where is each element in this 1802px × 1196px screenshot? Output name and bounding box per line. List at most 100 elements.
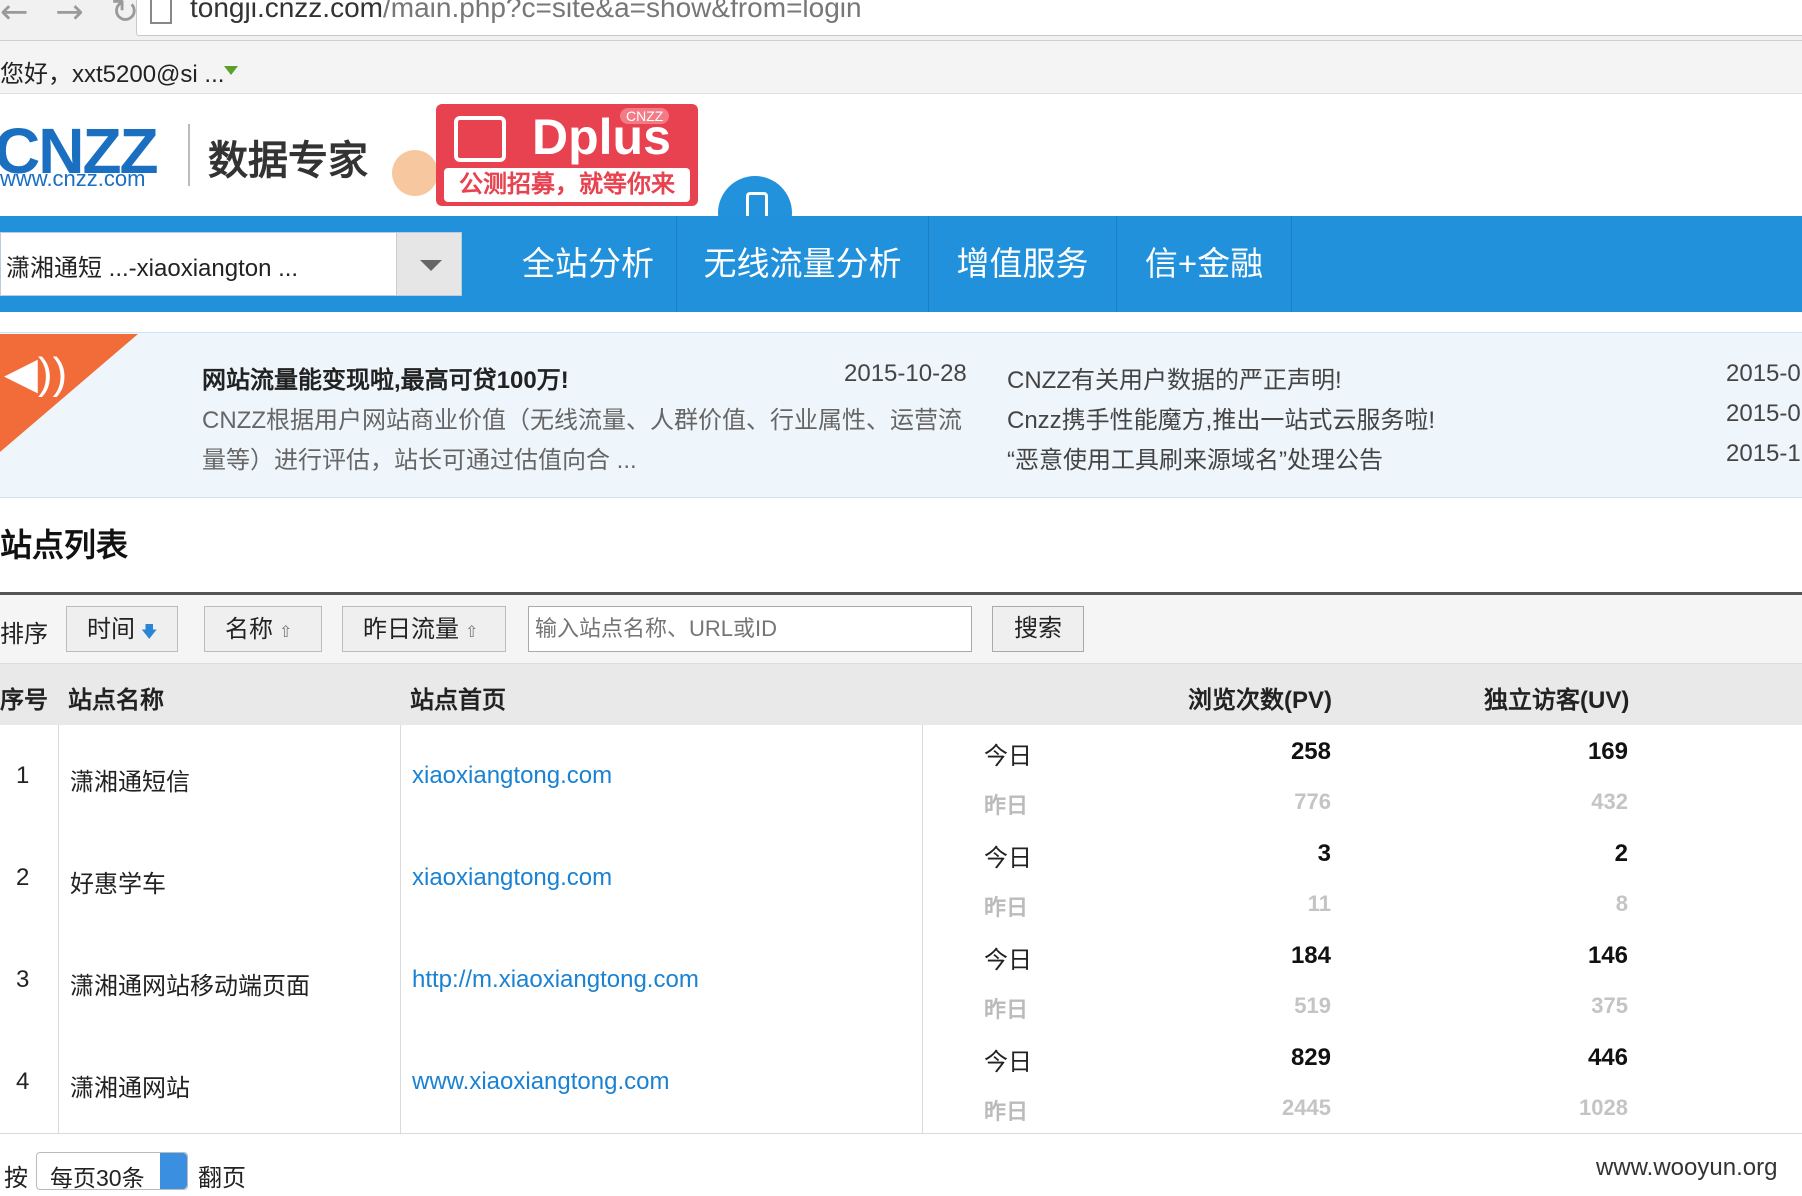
address-text[interactable]: tongji.cnzz.com/main.php?c=site&a=show&f… (190, 0, 862, 24)
nav-tab-value-added[interactable]: 增值服务 (929, 216, 1117, 312)
site-search-input[interactable] (528, 606, 972, 652)
pv-yesterday: 519 (1294, 993, 1331, 1018)
cell-divider (58, 1031, 59, 1133)
cell-divider (922, 725, 923, 827)
cell-divider (400, 929, 401, 1031)
url-path: /main.php?c=site&a=show&from=login (382, 0, 862, 23)
pv-yesterday: 2445 (1282, 1095, 1331, 1120)
arrow-down-icon: 🡇 (141, 624, 158, 641)
cell-divider (400, 1031, 401, 1133)
pv-yesterday: 776 (1294, 789, 1331, 814)
site-list-title: 站点列表 (0, 527, 129, 563)
cell-divider (58, 827, 59, 929)
user-bar (0, 41, 1802, 94)
logo-url: www.cnzz.com (0, 166, 146, 191)
uv-today: 446 (1587, 1044, 1628, 1071)
sort-by-name-label: 名称 (225, 616, 273, 643)
row-index: 4 (16, 1068, 30, 1095)
nav-tab-mobile-traffic[interactable]: 无线流量分析 (677, 216, 929, 312)
pv-today: 3 (1317, 840, 1331, 867)
pv-yesterday: 11 (1307, 891, 1331, 916)
logo-slogan: 数据专家 (208, 139, 368, 183)
url-host: tongji.cnzz.com (190, 0, 383, 23)
notice-right-date: 2015-0 (1726, 400, 1801, 427)
uv-yesterday: 8 (1615, 891, 1628, 916)
arrow-up-icon: ⇧ (465, 624, 479, 641)
browser-nav-arrows-icon[interactable]: ← → ↻ (0, 0, 147, 32)
arrow-up-icon: ⇧ (279, 624, 293, 641)
row-site-name[interactable]: 潇湘通网站 (70, 1068, 190, 1103)
per-page-value[interactable]: 每页30条 (50, 1159, 145, 1193)
uv-yesterday: 375 (1591, 993, 1628, 1018)
cell-divider (58, 929, 59, 1031)
row-site-name[interactable]: 好惠学车 (70, 864, 166, 899)
uv-yesterday: 432 (1591, 789, 1628, 814)
sort-by-yesterday-traffic-label: 昨日流量 (363, 616, 459, 643)
dplus-chart-icon (454, 116, 506, 162)
today-label: 今日 (984, 1049, 1032, 1076)
notice-right-item[interactable]: Cnzz携手性能魔方,推出一站式云服务啦! (1007, 400, 1435, 435)
notice-right-date: 2015-0 (1726, 360, 1801, 387)
row-site-home-link[interactable]: http://m.xiaoxiangtong.com (412, 966, 699, 994)
sort-label: 排序 (0, 621, 48, 648)
site-selector-value[interactable]: 潇湘通短 ...-xiaoxiangton ... (6, 248, 298, 283)
sort-by-name-button[interactable]: 名称 ⇧ (204, 606, 322, 652)
column-header-name: 站点名称 (68, 687, 164, 714)
dplus-badge: CNZZ (620, 108, 670, 124)
notice-left-body-line1: CNZZ根据用户网站商业价值（无线流量、人群价值、行业属性、运营流 (202, 407, 962, 434)
pv-today: 829 (1290, 1044, 1331, 1071)
uv-yesterday: 1028 (1579, 1095, 1628, 1120)
cell-divider (922, 827, 923, 929)
row-site-home-link[interactable]: www.xiaoxiangtong.com (412, 1068, 669, 1096)
sort-by-yesterday-traffic-button[interactable]: 昨日流量 ⇧ (342, 606, 506, 652)
notice-left-body-line2: 量等）进行评估，站长可通过估值向合 ... (202, 447, 637, 474)
notice-right-item[interactable]: CNZZ有关用户数据的严正声明! (1007, 360, 1342, 395)
notice-right-date: 2015-1 (1726, 440, 1801, 467)
row-site-name[interactable]: 潇湘通短信 (70, 762, 190, 797)
uv-today: 169 (1587, 738, 1628, 765)
cell-divider (400, 827, 401, 929)
watermark: www.wooyun.org (1596, 1154, 1778, 1181)
cell-divider (922, 1031, 923, 1133)
row-site-home-link[interactable]: xiaoxiangtong.com (412, 864, 612, 892)
user-greeting[interactable]: 您好，xxt5200@si ... (0, 54, 224, 89)
column-header-uv[interactable]: 独立访客(UV) (1484, 680, 1629, 715)
row-site-name[interactable]: 潇湘通网站移动端页面 (70, 966, 310, 1001)
notice-right-item[interactable]: “恶意使用工具刷来源域名”处理公告 (1007, 440, 1383, 475)
column-header-pv[interactable]: 浏览次数(PV) (1188, 680, 1332, 715)
column-header-index: 序号 (0, 687, 48, 714)
speaker-icon: ◀)) (4, 349, 68, 398)
today-label: 今日 (984, 947, 1032, 974)
cell-divider (58, 725, 59, 827)
logo-divider (188, 124, 190, 186)
yesterday-label: 昨日 (984, 997, 1029, 1022)
thumbs-up-icon (392, 150, 438, 196)
row-index: 2 (16, 864, 30, 891)
pager-suffix: 翻页 (198, 1165, 246, 1192)
today-label: 今日 (984, 743, 1032, 770)
nav-tab-finance[interactable]: 信+金融 (1117, 216, 1292, 312)
page-icon (150, 0, 172, 24)
cell-divider (922, 929, 923, 1031)
uv-today: 2 (1614, 840, 1628, 867)
pv-today: 258 (1290, 738, 1331, 765)
pager-prefix: 按 (4, 1165, 28, 1192)
notice-left-title[interactable]: 网站流量能变现啦,最高可贷100万! (202, 360, 569, 395)
chevron-down-icon[interactable] (420, 260, 442, 271)
column-header-home[interactable]: 站点首页 (410, 680, 506, 715)
today-label: 今日 (984, 845, 1032, 872)
row-site-home-link[interactable]: xiaoxiangtong.com (412, 762, 612, 790)
dplus-subtitle: 公测招募，就等你来 (444, 168, 690, 202)
notice-left-date: 2015-10-28 (844, 360, 967, 387)
nav-tab-site-analysis[interactable]: 全站分析 (500, 216, 677, 312)
sort-by-time-label: 时间 (87, 616, 135, 643)
uv-today: 146 (1587, 942, 1628, 969)
select-spinner-icon[interactable] (160, 1153, 187, 1189)
sort-by-time-button[interactable]: 时间 🡇 (66, 606, 178, 652)
yesterday-label: 昨日 (984, 1099, 1029, 1124)
search-button[interactable]: 搜索 (992, 606, 1084, 652)
cell-divider (400, 725, 401, 827)
yesterday-label: 昨日 (984, 793, 1029, 818)
row-index: 1 (16, 762, 30, 789)
user-menu-caret-icon[interactable] (224, 66, 238, 75)
